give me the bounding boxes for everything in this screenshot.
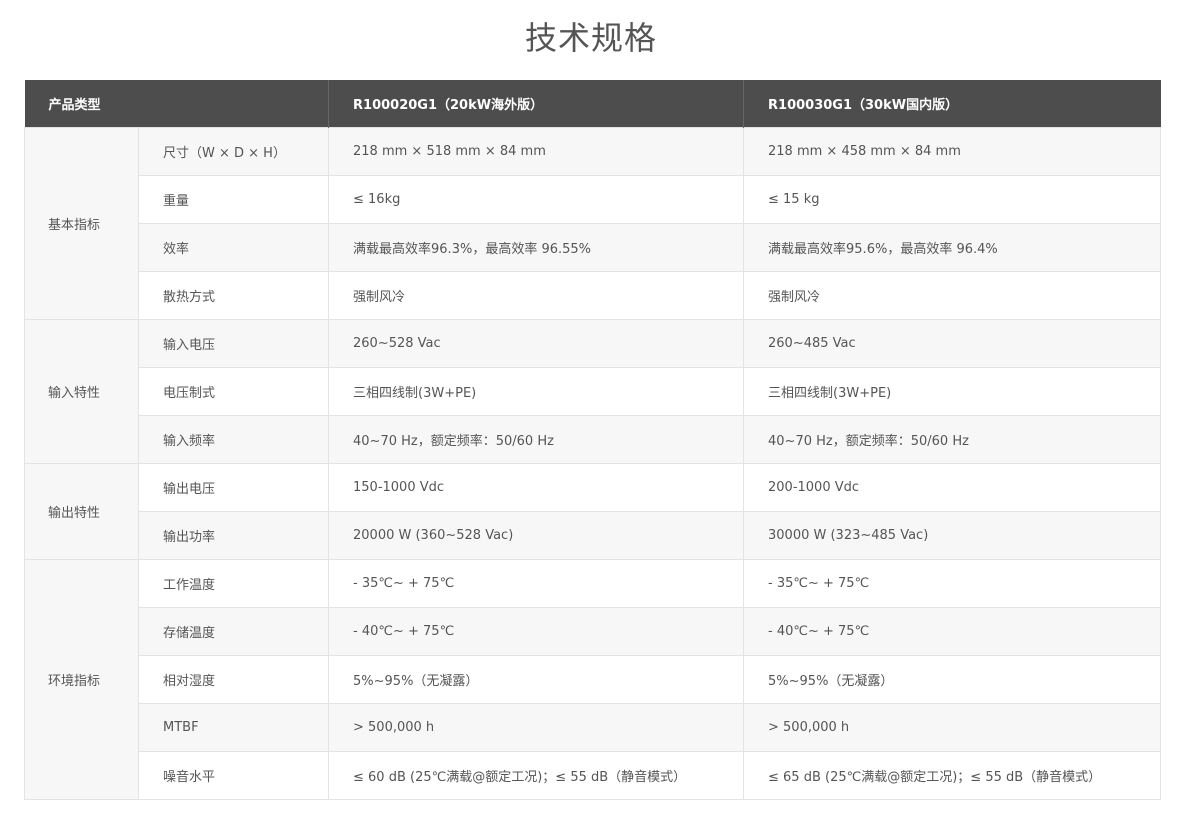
value-20kw-cell: 218 mm × 518 mm × 84 mm [328,126,745,176]
table-row: MTBF > 500,000 h > 500,000 h [25,702,1162,752]
table-row: 输出特性 输出电压 150-1000 Vdc 200-1000 Vdc [24,462,1162,560]
param-cell: 电压制式 [137,366,330,416]
param-cell: 效率 [137,222,330,272]
param-cell: 重量 [137,174,330,224]
table-body: 基本指标 尺寸（W × D × H） 218 mm × 518 mm × 84 mm… [24,126,1162,800]
table-row: 输出功率 20000 W (360~528 Vac) 30000 W (323~48… [25,510,1162,560]
header-model-30kw: R100030G1（30kW国内版） [768,97,959,113]
value-30kw-cell: 40~70 Hz，额定频率：50/60 Hz [743,414,1162,464]
header-product-type: 产品类型 [24,80,330,127]
value-30kw-cell: > 500,000 h [743,702,1162,752]
table-row: 电压制式 三相四线制(3W+PE) 三相四线制(3W+PE) [25,366,1162,416]
param-cell: 尺寸（W × D × H） [137,126,330,176]
value-20kw-cell: 20000 W (360~528 Vac) [328,510,745,560]
value-20kw-cell: 150-1000 Vdc [328,462,745,512]
value-30kw-cell: 218 mm × 458 mm × 84 mm [743,126,1162,176]
value-20kw-cell: > 500,000 h [328,702,745,752]
param-cell: 输出功率 [137,510,330,560]
table-row: 基本指标 尺寸（W × D × H） 218 mm × 518 mm × 84 mm… [24,126,1162,320]
param-cell: 输入频率 [137,414,330,464]
param-cell: 输出电压 [137,462,330,512]
param-cell: 相对湿度 [137,654,330,704]
value-30kw-cell: - 40℃~ + 75℃ [743,606,1162,656]
value-30kw-cell: 30000 W (323~485 Vac) [743,510,1162,560]
value-20kw-cell: 5%~95%（无凝露） [328,654,745,704]
table-row: 输入特性 输入电压 260~528 Vac 260~485 Vac [24,318,1162,464]
param-cell: MTBF [137,702,330,752]
table-row: 环境指标 工作温度 - 35℃~ + 75℃ - 35℃~ + 75℃ [24,558,1162,800]
value-20kw-cell: 三相四线制(3W+PE) [328,366,745,416]
param-cell: 输入电压 [137,318,330,368]
table-row: 输入频率 40~70 Hz，额定频率：50/60 Hz 40~70 Hz，额定频率：… [25,414,1162,464]
param-cell: 工作温度 [137,558,330,608]
page: 技术规格 产品类型 R100020G1（20kW海外版） R100030G1（3… [0,0,1182,826]
value-30kw-cell: ≤ 65 dB (25℃满载@额定工况)；≤ 55 dB（静音模式） [743,750,1162,800]
table-row: 噪音水平 ≤ 60 dB (25℃满载@额定工况)；≤ 55 dB（静音模式） ≤ … [25,750,1162,800]
page-title: 技术规格 [524,19,657,57]
value-20kw-cell: - 35℃~ + 75℃ [328,558,745,608]
group-label: 输入特性 [24,318,139,464]
value-30kw-cell: 260~485 Vac [743,318,1162,368]
value-30kw-cell: 三相四线制(3W+PE) [743,366,1162,416]
param-cell: 存储温度 [137,606,330,656]
value-20kw-cell: 强制风冷 [328,270,745,320]
value-30kw-cell: - 35℃~ + 75℃ [743,558,1162,608]
table-row: 存储温度 - 40℃~ + 75℃ - 40℃~ + 75℃ [25,606,1162,656]
group-label: 输出特性 [24,462,139,560]
group-label: 基本指标 [24,126,139,320]
value-20kw-cell: ≤ 16kg [328,174,745,224]
header-model-20kw: R100020G1（20kW海外版） [328,80,745,127]
spec-table: 产品类型 R100020G1（20kW海外版） R100030G1（30kW国内… [24,80,1162,800]
value-20kw-cell: ≤ 60 dB (25℃满载@额定工况)；≤ 55 dB（静音模式） [328,750,745,800]
value-30kw-cell: ≤ 15 kg [743,174,1162,224]
param-cell: 噪音水平 [137,750,330,800]
value-30kw-cell: 满载最高效率95.6%，最高效率 96.4% [743,222,1162,272]
table-header: 产品类型 R100020G1（20kW海外版） R100030G1（30kW国内… [24,80,1161,127]
value-30kw-cell: 200-1000 Vdc [743,462,1162,512]
table-row: 相对湿度 5%~95%（无凝露） 5%~95%（无凝露） [25,654,1162,704]
value-30kw-cell: 5%~95%（无凝露） [743,654,1162,704]
value-30kw-cell: 强制风冷 [743,270,1162,320]
value-20kw-cell: - 40℃~ + 75℃ [328,606,745,656]
table-row: 重量 ≤ 16kg ≤ 15 kg [25,174,1162,224]
table-row: 效率 满载最高效率96.3%，最高效率 96.55% 满载最高效率95.6%，最高效… [25,222,1162,272]
table-row: 散热方式 强制风冷 强制风冷 [25,270,1162,320]
header-row: 产品类型 R100020G1（20kW海外版） R100030G1（30kW国内… [24,80,1161,127]
group-label: 环境指标 [24,558,139,800]
value-20kw-cell: 40~70 Hz，额定频率：50/60 Hz [328,414,745,464]
value-20kw-cell: 260~528 Vac [328,318,745,368]
param-cell: 散热方式 [137,270,330,320]
value-20kw-cell: 满载最高效率96.3%，最高效率 96.55% [328,222,745,272]
